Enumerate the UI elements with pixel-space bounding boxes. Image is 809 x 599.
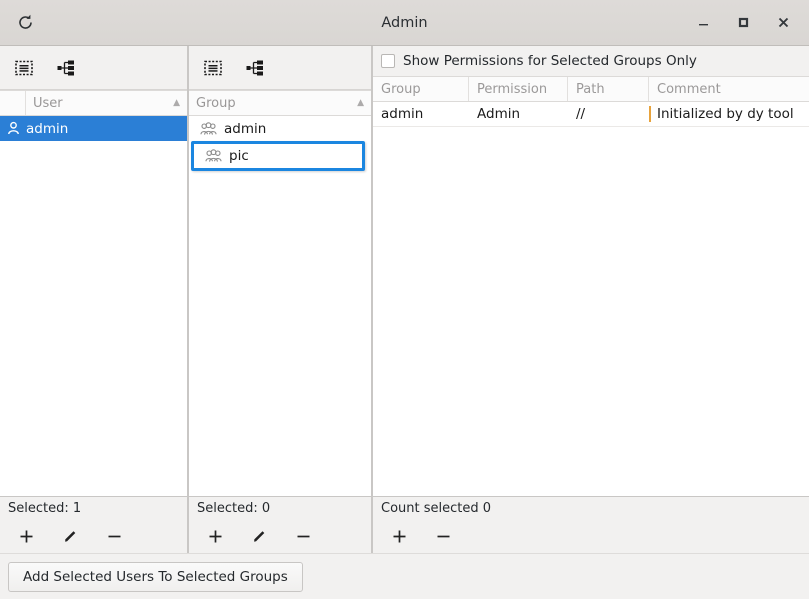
user-actions bbox=[0, 519, 187, 553]
group-pane-toolbar bbox=[189, 46, 371, 90]
list-item-label: pic bbox=[229, 148, 249, 164]
cell-comment: Initialized by dy tool bbox=[649, 106, 809, 122]
permission-table-body[interactable]: admin Admin // Initialized by dy tool bbox=[373, 102, 809, 496]
permission-filter-row: Show Permissions for Selected Groups Onl… bbox=[373, 46, 809, 76]
list-item[interactable]: admin bbox=[189, 116, 371, 141]
show-permissions-label[interactable]: Show Permissions for Selected Groups Onl… bbox=[403, 53, 697, 69]
permission-actions bbox=[373, 519, 809, 553]
hierarchy-icon[interactable] bbox=[54, 56, 78, 80]
user-list-body[interactable]: admin bbox=[0, 116, 187, 496]
group-icon bbox=[196, 149, 229, 163]
group-selected-count: Selected: 0 bbox=[197, 500, 271, 516]
permission-footer: Count selected 0 bbox=[373, 497, 809, 553]
minimize-icon[interactable] bbox=[685, 8, 721, 38]
add-selected-users-to-selected-groups-button[interactable]: Add Selected Users To Selected Groups bbox=[8, 561, 303, 592]
title-bar-left bbox=[0, 8, 130, 38]
column-header-path[interactable]: Path bbox=[568, 77, 649, 101]
list-item[interactable]: admin bbox=[0, 116, 187, 141]
sort-ascending-icon: ▲ bbox=[173, 97, 180, 108]
group-header-label: Group bbox=[196, 95, 236, 111]
user-selected-count: Selected: 1 bbox=[8, 500, 82, 516]
group-pane: Group ▲ admin pic bbox=[189, 46, 371, 496]
add-permission-button[interactable] bbox=[385, 523, 413, 549]
group-actions bbox=[189, 519, 371, 553]
user-header-label: User bbox=[33, 95, 63, 111]
refresh-icon[interactable] bbox=[10, 8, 40, 38]
permission-pane: Show Permissions for Selected Groups Onl… bbox=[373, 46, 809, 496]
user-pane-toolbar bbox=[0, 46, 187, 90]
hierarchy-icon[interactable] bbox=[243, 56, 267, 80]
show-permissions-checkbox[interactable] bbox=[381, 54, 395, 68]
list-item-label: admin bbox=[26, 120, 69, 137]
group-header-group[interactable]: Group ▲ bbox=[189, 91, 371, 115]
cell-group: admin bbox=[381, 106, 424, 122]
group-list-header: Group ▲ bbox=[189, 90, 371, 116]
add-user-button[interactable] bbox=[12, 523, 40, 549]
column-header-permission[interactable]: Permission bbox=[469, 77, 568, 101]
maximize-icon[interactable] bbox=[725, 8, 761, 38]
close-icon[interactable] bbox=[765, 8, 801, 38]
user-list-header: User ▲ bbox=[0, 90, 187, 116]
window-controls bbox=[685, 8, 809, 38]
column-header-group[interactable]: Group bbox=[373, 77, 469, 101]
admin-window: Admin User ▲ admin Group ▲ admin pic Sho… bbox=[0, 0, 809, 599]
list-item-focused[interactable]: pic bbox=[191, 141, 365, 171]
edit-user-button[interactable] bbox=[56, 523, 84, 549]
table-row[interactable]: admin Admin // Initialized by dy tool bbox=[373, 102, 809, 127]
user-header-icon-col bbox=[0, 91, 26, 115]
remove-permission-button[interactable] bbox=[429, 523, 457, 549]
permission-selected-count: Count selected 0 bbox=[381, 500, 492, 516]
user-pane: User ▲ admin bbox=[0, 46, 187, 496]
remove-group-button[interactable] bbox=[289, 523, 317, 549]
group-footer: Selected: 0 bbox=[189, 497, 371, 553]
user-header-user[interactable]: User ▲ bbox=[26, 91, 187, 115]
user-footer: Selected: 1 bbox=[0, 497, 187, 553]
edit-group-button[interactable] bbox=[245, 523, 273, 549]
footer-bars: Selected: 1 Selected: 0 Count selected 0 bbox=[0, 496, 809, 553]
permission-table-header: Group Permission Path Comment bbox=[373, 76, 809, 102]
list-item-label: admin bbox=[224, 120, 267, 137]
sort-ascending-icon: ▲ bbox=[357, 97, 364, 108]
panes-container: User ▲ admin Group ▲ admin pic Show Perm… bbox=[0, 46, 809, 496]
add-group-button[interactable] bbox=[201, 523, 229, 549]
column-header-comment[interactable]: Comment bbox=[649, 77, 809, 101]
cell-path: // bbox=[576, 106, 586, 122]
cell-permission: Admin bbox=[477, 106, 521, 122]
group-icon bbox=[191, 121, 224, 136]
title-bar: Admin bbox=[0, 0, 809, 46]
group-list-body[interactable]: admin pic bbox=[189, 116, 371, 496]
select-all-icon[interactable] bbox=[12, 56, 36, 80]
select-all-icon[interactable] bbox=[201, 56, 225, 80]
remove-user-button[interactable] bbox=[100, 523, 128, 549]
bottom-bar: Add Selected Users To Selected Groups bbox=[0, 553, 809, 599]
user-icon bbox=[0, 121, 26, 136]
